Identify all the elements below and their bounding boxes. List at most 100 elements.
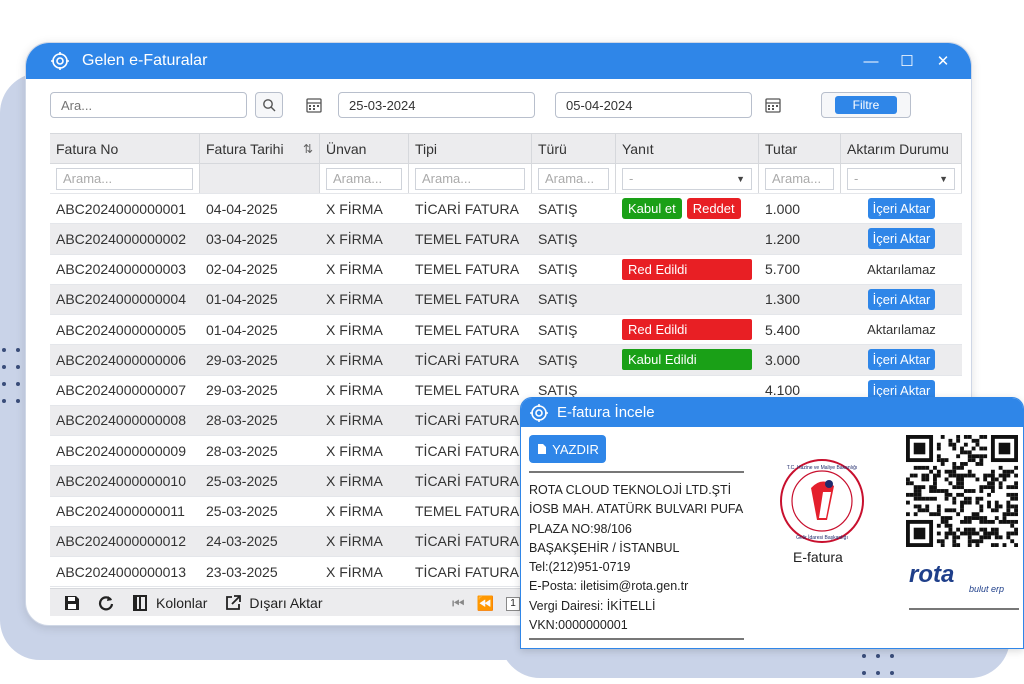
fatura-no-cell: ABC2024000000009 bbox=[56, 442, 187, 459]
qr-module bbox=[913, 512, 918, 517]
logo-subtext: bulut erp bbox=[969, 584, 1004, 594]
refresh-button[interactable] bbox=[98, 595, 114, 611]
qr-module bbox=[944, 519, 949, 524]
import-button[interactable]: İçeri Aktar bbox=[867, 349, 936, 371]
import-button[interactable]: İçeri Aktar bbox=[867, 198, 936, 220]
column-header-tipi[interactable]: Tipi bbox=[409, 134, 532, 163]
column-header-yanit[interactable]: Yanıt bbox=[616, 134, 759, 163]
prev-page-icon[interactable]: ⏪ bbox=[477, 595, 494, 612]
close-icon[interactable]: ✕ bbox=[935, 52, 951, 70]
sort-icon[interactable]: ⇅ bbox=[303, 142, 313, 156]
qr-module bbox=[998, 519, 1003, 524]
qr-module bbox=[979, 516, 984, 520]
columns-button[interactable]: Kolonlar bbox=[132, 594, 207, 611]
qr-module bbox=[975, 462, 980, 466]
qr-module bbox=[983, 435, 988, 439]
qr-module bbox=[1010, 504, 1015, 509]
table-row[interactable]: ABC2024000000002 03-04-2025 X FİRMA TEMEL F… bbox=[50, 224, 962, 255]
search-input[interactable] bbox=[50, 92, 247, 118]
start-date-input[interactable]: 25-03-2024 bbox=[338, 92, 535, 118]
qr-module bbox=[940, 462, 945, 466]
fatura-no-filter[interactable]: Arama... bbox=[56, 167, 193, 190]
qr-module bbox=[994, 527, 999, 532]
table-row[interactable]: ABC2024000000004 01-04-2025 X FİRMA TEMEL F… bbox=[50, 284, 962, 315]
qr-module bbox=[967, 496, 972, 501]
qr-module bbox=[967, 519, 972, 524]
import-button[interactable]: İçeri Aktar bbox=[867, 288, 936, 310]
accept-button[interactable]: Kabul et bbox=[622, 198, 682, 220]
table-row[interactable]: ABC2024000000006 29-03-2025 X FİRMA TİCARİ … bbox=[50, 345, 962, 376]
turu-filter[interactable]: Arama... bbox=[538, 167, 609, 190]
fatura-no-cell: ABC2024000000008 bbox=[56, 412, 187, 429]
unvan-cell: X FİRMA bbox=[326, 533, 383, 550]
yanit-cell bbox=[616, 224, 759, 253]
column-header-turu[interactable]: Türü bbox=[532, 134, 616, 163]
save-button[interactable] bbox=[64, 595, 80, 611]
qr-module bbox=[983, 477, 988, 482]
aktarim-filter-select[interactable]: - ▼ bbox=[847, 167, 955, 190]
qr-module bbox=[990, 469, 995, 474]
table-row[interactable]: ABC2024000000003 02-04-2025 X FİRMA TEMEL F… bbox=[50, 255, 962, 285]
qr-module bbox=[967, 489, 972, 493]
table-row[interactable]: ABC2024000000005 01-04-2025 X FİRMA TEMEL F… bbox=[50, 315, 962, 346]
unvan-cell: X FİRMA bbox=[326, 230, 383, 247]
tipi-cell: TEMEL FATURA bbox=[415, 321, 520, 338]
yanit-filter-select[interactable]: - ▼ bbox=[622, 167, 752, 190]
qr-module bbox=[952, 508, 957, 513]
unvan-filter[interactable]: Arama... bbox=[326, 167, 402, 190]
column-header-tutar[interactable]: Tutar bbox=[759, 134, 841, 163]
start-date-calendar-button[interactable] bbox=[300, 92, 328, 118]
filter-button[interactable]: Filtre bbox=[835, 96, 897, 114]
qr-module bbox=[913, 492, 918, 497]
qr-module bbox=[963, 531, 968, 536]
qr-module bbox=[998, 473, 1003, 478]
qr-module bbox=[933, 489, 937, 493]
print-button[interactable]: YAZDIR bbox=[529, 435, 606, 463]
page-number[interactable]: 1 bbox=[506, 596, 521, 611]
qr-module bbox=[944, 523, 949, 528]
column-header-aktarim-durumu[interactable]: Aktarım Durumu bbox=[841, 134, 962, 163]
qr-module bbox=[917, 485, 922, 490]
qr-module bbox=[936, 512, 941, 517]
tipi-filter[interactable]: Arama... bbox=[415, 167, 525, 190]
qr-module bbox=[987, 504, 991, 509]
column-header-fatura-tarihi[interactable]: Fatura Tarihi ⇅ bbox=[200, 134, 320, 163]
tutar-filter[interactable]: Arama... bbox=[765, 167, 834, 190]
select-value: - bbox=[854, 171, 859, 186]
qr-module bbox=[994, 477, 999, 482]
qr-module bbox=[979, 446, 984, 451]
table-row[interactable]: ABC2024000000001 04-04-2025 X FİRMA TİCARİ … bbox=[50, 194, 962, 225]
minimize-icon[interactable]: — bbox=[863, 53, 879, 70]
end-date-calendar-button[interactable] bbox=[759, 92, 787, 118]
divider bbox=[529, 638, 744, 640]
qr-module bbox=[990, 485, 995, 490]
qr-module bbox=[1014, 508, 1018, 513]
turu-cell: SATIŞ bbox=[538, 321, 578, 338]
maximize-icon[interactable]: ☐ bbox=[899, 52, 915, 70]
qr-code bbox=[906, 435, 1018, 547]
fatura-tarihi-filter[interactable] bbox=[206, 167, 313, 190]
end-date-input[interactable]: 05-04-2024 bbox=[555, 92, 752, 118]
column-header-unvan[interactable]: Ünvan bbox=[320, 134, 409, 163]
export-button[interactable]: Dışarı Aktar bbox=[225, 595, 323, 611]
refresh-icon bbox=[98, 595, 114, 610]
qr-module bbox=[940, 458, 945, 463]
qr-module bbox=[987, 500, 991, 505]
yanit-cell: Kabul Edildi bbox=[616, 345, 759, 374]
qr-module bbox=[952, 485, 957, 490]
column-header-fatura-no[interactable]: Fatura No bbox=[50, 134, 200, 163]
tipi-cell: TEMEL FATURA bbox=[415, 382, 520, 399]
qr-module bbox=[944, 531, 949, 536]
qr-module bbox=[979, 535, 984, 540]
reject-button[interactable]: Reddet bbox=[686, 198, 741, 220]
unvan-cell: X FİRMA bbox=[326, 412, 383, 429]
fatura-no-cell: ABC2024000000002 bbox=[56, 230, 187, 247]
first-page-icon[interactable]: ⏮ bbox=[452, 595, 465, 612]
import-button[interactable]: İçeri Aktar bbox=[867, 228, 936, 250]
qr-module bbox=[1010, 492, 1015, 497]
aktarim-cell: İçeri Aktar bbox=[841, 345, 962, 374]
qr-module bbox=[983, 519, 988, 524]
qr-module bbox=[956, 485, 961, 490]
search-button[interactable] bbox=[255, 92, 283, 118]
qr-module bbox=[1002, 543, 1007, 547]
